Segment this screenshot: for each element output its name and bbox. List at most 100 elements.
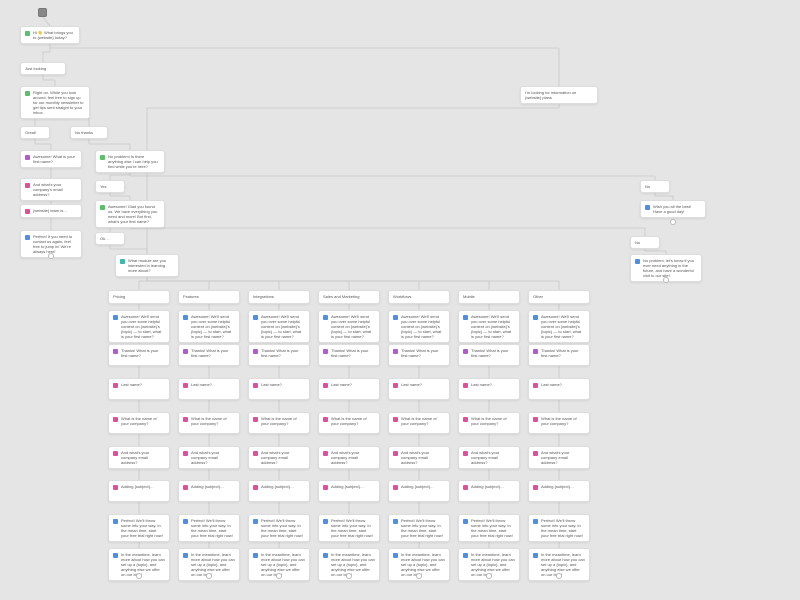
grid-cell-c5-r7-label: In the meantime, learn more about how yo… [471,552,515,577]
left-ask-first-name[interactable]: Awesome! What is your first name? [20,150,82,168]
right-no[interactable]: No [640,180,670,193]
grid-cell-c0-r2[interactable]: Last name? [108,378,170,400]
grid-cell-c6-r1-label: Thanks! What is your first name? [541,348,585,358]
left-team-size[interactable]: {website} team is… [20,204,82,218]
grid-cell-c3-r1[interactable]: Thanks! What is your first name? [318,344,380,366]
mid-what-module-label: What module are you interested in learni… [128,258,174,273]
greeting-message[interactable]: Hi 👋 What brings you to {website} today? [20,26,80,44]
grid-cell-c0-r1[interactable]: Thanks! What is your first name? [108,344,170,366]
grid-header-3[interactable]: Sales and Marketing [318,290,380,304]
grid-cell-c3-r4-icon [323,451,328,456]
grid-cell-c5-r6[interactable]: Perfect! We'll throw some info your way.… [458,514,520,542]
branch-no-thanks[interactable]: No thanks [70,126,108,139]
grid-cell-c4-r7-label: In the meantime, learn more about how yo… [401,552,445,577]
grid-cell-c5-r5[interactable]: Adding {subject}… [458,480,520,502]
grid-cell-c4-r1-icon [393,349,398,354]
grid-cell-c2-r1[interactable]: Thanks! What is your first name? [248,344,310,366]
grid-header-2[interactable]: Integrations [248,290,310,304]
right-d1-no[interactable]: No [630,236,660,249]
grid-header-6[interactable]: Other [528,290,590,304]
grid-cell-c0-r5[interactable]: Adding {subject}… [108,480,170,502]
grid-cell-c3-r4[interactable]: And what's your company email address? [318,446,380,469]
grid-cell-c6-r1[interactable]: Thanks! What is your first name? [528,344,590,366]
grid-cell-c6-r3[interactable]: What is the name of your company? [528,412,590,434]
grid-cell-c4-r3[interactable]: What is the name of your company? [388,412,450,434]
grid-cell-c0-r6[interactable]: Perfect! We'll throw some info your way.… [108,514,170,542]
grid-cell-c1-r6[interactable]: Perfect! We'll throw some info your way.… [178,514,240,542]
grid-header-5[interactable]: Mobile [458,290,520,304]
grid-cell-c0-r3[interactable]: What is the name of your company? [108,412,170,434]
grid-cell-c1-r1[interactable]: Thanks! What is your first name? [178,344,240,366]
grid-cell-c0-r0[interactable]: Awesome! We'll send you over some helpfu… [108,310,170,343]
grid-cell-c6-r4-icon [533,451,538,456]
mid-ok[interactable]: Ok… [95,232,125,245]
left-ask-email[interactable]: And what's your company's email address? [20,178,82,201]
grid-cell-c6-r7-label: In the meantime, learn more about how yo… [541,552,585,577]
left-thank-you-label: Perfect! If you need to contact us again… [33,234,77,254]
grid-cell-c4-r4[interactable]: And what's your company email address? [388,446,450,469]
grid-header-4[interactable]: Workflows [388,290,450,304]
right-good-day[interactable]: Wish you all the best! Have a good day! [640,200,706,218]
grid-cell-c3-r6[interactable]: Perfect! We'll throw some info your way.… [318,514,380,542]
branch-great[interactable]: Great! [20,126,50,139]
grid-cell-c1-r0[interactable]: Awesome! We'll send you over some helpfu… [178,310,240,343]
grid-header-1[interactable]: Features [178,290,240,304]
grid-cell-c4-r3-icon [393,417,398,422]
grid-cell-c2-r2[interactable]: Last name? [248,378,310,400]
grid-cell-c4-r1[interactable]: Thanks! What is your first name? [388,344,450,366]
grid-cell-c2-r5[interactable]: Adding {subject}… [248,480,310,502]
mid-glad-found-us[interactable]: Awesome! Glad you found us. We have ever… [95,200,165,228]
grid-cell-c1-r5[interactable]: Adding {subject}… [178,480,240,502]
grid-cell-c4-r5-label: Adding {subject}… [401,484,445,489]
grid-cell-c4-r6-icon [393,519,398,524]
grid-cell-c5-r1[interactable]: Thanks! What is your first name? [458,344,520,366]
browse-message[interactable]: Right on. While you look around, feel fr… [20,86,90,119]
grid-cell-c5-r0[interactable]: Awesome! We'll send you over some helpfu… [458,310,520,343]
grid-cell-c1-r3[interactable]: What is the name of your company? [178,412,240,434]
grid-cell-c2-r6-icon [253,519,258,524]
start-node[interactable] [38,8,47,17]
right-d2-farewell-icon [635,259,640,264]
grid-cell-c0-r4[interactable]: And what's your company email address? [108,446,170,469]
grid-cell-c6-r5[interactable]: Adding {subject}… [528,480,590,502]
grid-cell-c2-r6[interactable]: Perfect! We'll throw some info your way.… [248,514,310,542]
grid-cell-c4-r6[interactable]: Perfect! We'll throw some info your way.… [388,514,450,542]
mid-yes[interactable]: Yes [95,180,125,193]
grid-cell-c3-r0[interactable]: Awesome! We'll send you over some helpfu… [318,310,380,343]
grid-cell-c1-r1-label: Thanks! What is your first name? [191,348,235,358]
grid-cell-c1-r2[interactable]: Last name? [178,378,240,400]
grid-cell-c3-r1-icon [323,349,328,354]
grid-cell-c0-r0-icon [113,315,118,320]
grid-cell-c2-r3[interactable]: What is the name of your company? [248,412,310,434]
grid-cell-c3-r3[interactable]: What is the name of your company? [318,412,380,434]
grid-cell-c3-r2[interactable]: Last name? [318,378,380,400]
grid-cell-c1-r4[interactable]: And what's your company email address? [178,446,240,469]
grid-header-0[interactable]: Pricing [108,290,170,304]
grid-cell-c5-r3[interactable]: What is the name of your company? [458,412,520,434]
grid-cell-c3-r3-label: What is the name of your company? [331,416,375,426]
grid-cell-c4-r5[interactable]: Adding {subject}… [388,480,450,502]
grid-cell-c0-r4-icon [113,451,118,456]
grid-cell-c5-r4[interactable]: And what's your company email address? [458,446,520,469]
grid-cell-c4-r2[interactable]: Last name? [388,378,450,400]
mid-what-module[interactable]: What module are you interested in learni… [115,254,179,277]
grid-cell-c0-r1-label: Thanks! What is your first name? [121,348,165,358]
mid-anything-else[interactable]: No problem! Is there anything else I can… [95,150,165,173]
grid-cell-c3-r5-icon [323,485,328,490]
grid-cell-c6-r0[interactable]: Awesome! We'll send you over some helpfu… [528,310,590,343]
grid-cell-c5-r4-label: And what's your company email address? [471,450,515,465]
grid-cell-c1-r3-icon [183,417,188,422]
grid-cell-c6-r4[interactable]: And what's your company email address? [528,446,590,469]
grid-cell-c6-r2[interactable]: Last name? [528,378,590,400]
left-team-size-label: {website} team is… [33,208,77,213]
grid-cell-c2-r1-icon [253,349,258,354]
option-just-looking[interactable]: Just looking [20,62,66,75]
grid-cell-c4-r0[interactable]: Awesome! We'll send you over some helpfu… [388,310,450,343]
grid-cell-c2-r0[interactable]: Awesome! We'll send you over some helpfu… [248,310,310,343]
grid-cell-c3-r5[interactable]: Adding {subject}… [318,480,380,502]
option-looking-for-info[interactable]: I'm looking for information on {website}… [520,86,598,104]
grid-cell-c3-r1-label: Thanks! What is your first name? [331,348,375,358]
grid-cell-c5-r2[interactable]: Last name? [458,378,520,400]
grid-cell-c6-r6[interactable]: Perfect! We'll throw some info your way.… [528,514,590,542]
grid-cell-c2-r4[interactable]: And what's your company email address? [248,446,310,469]
